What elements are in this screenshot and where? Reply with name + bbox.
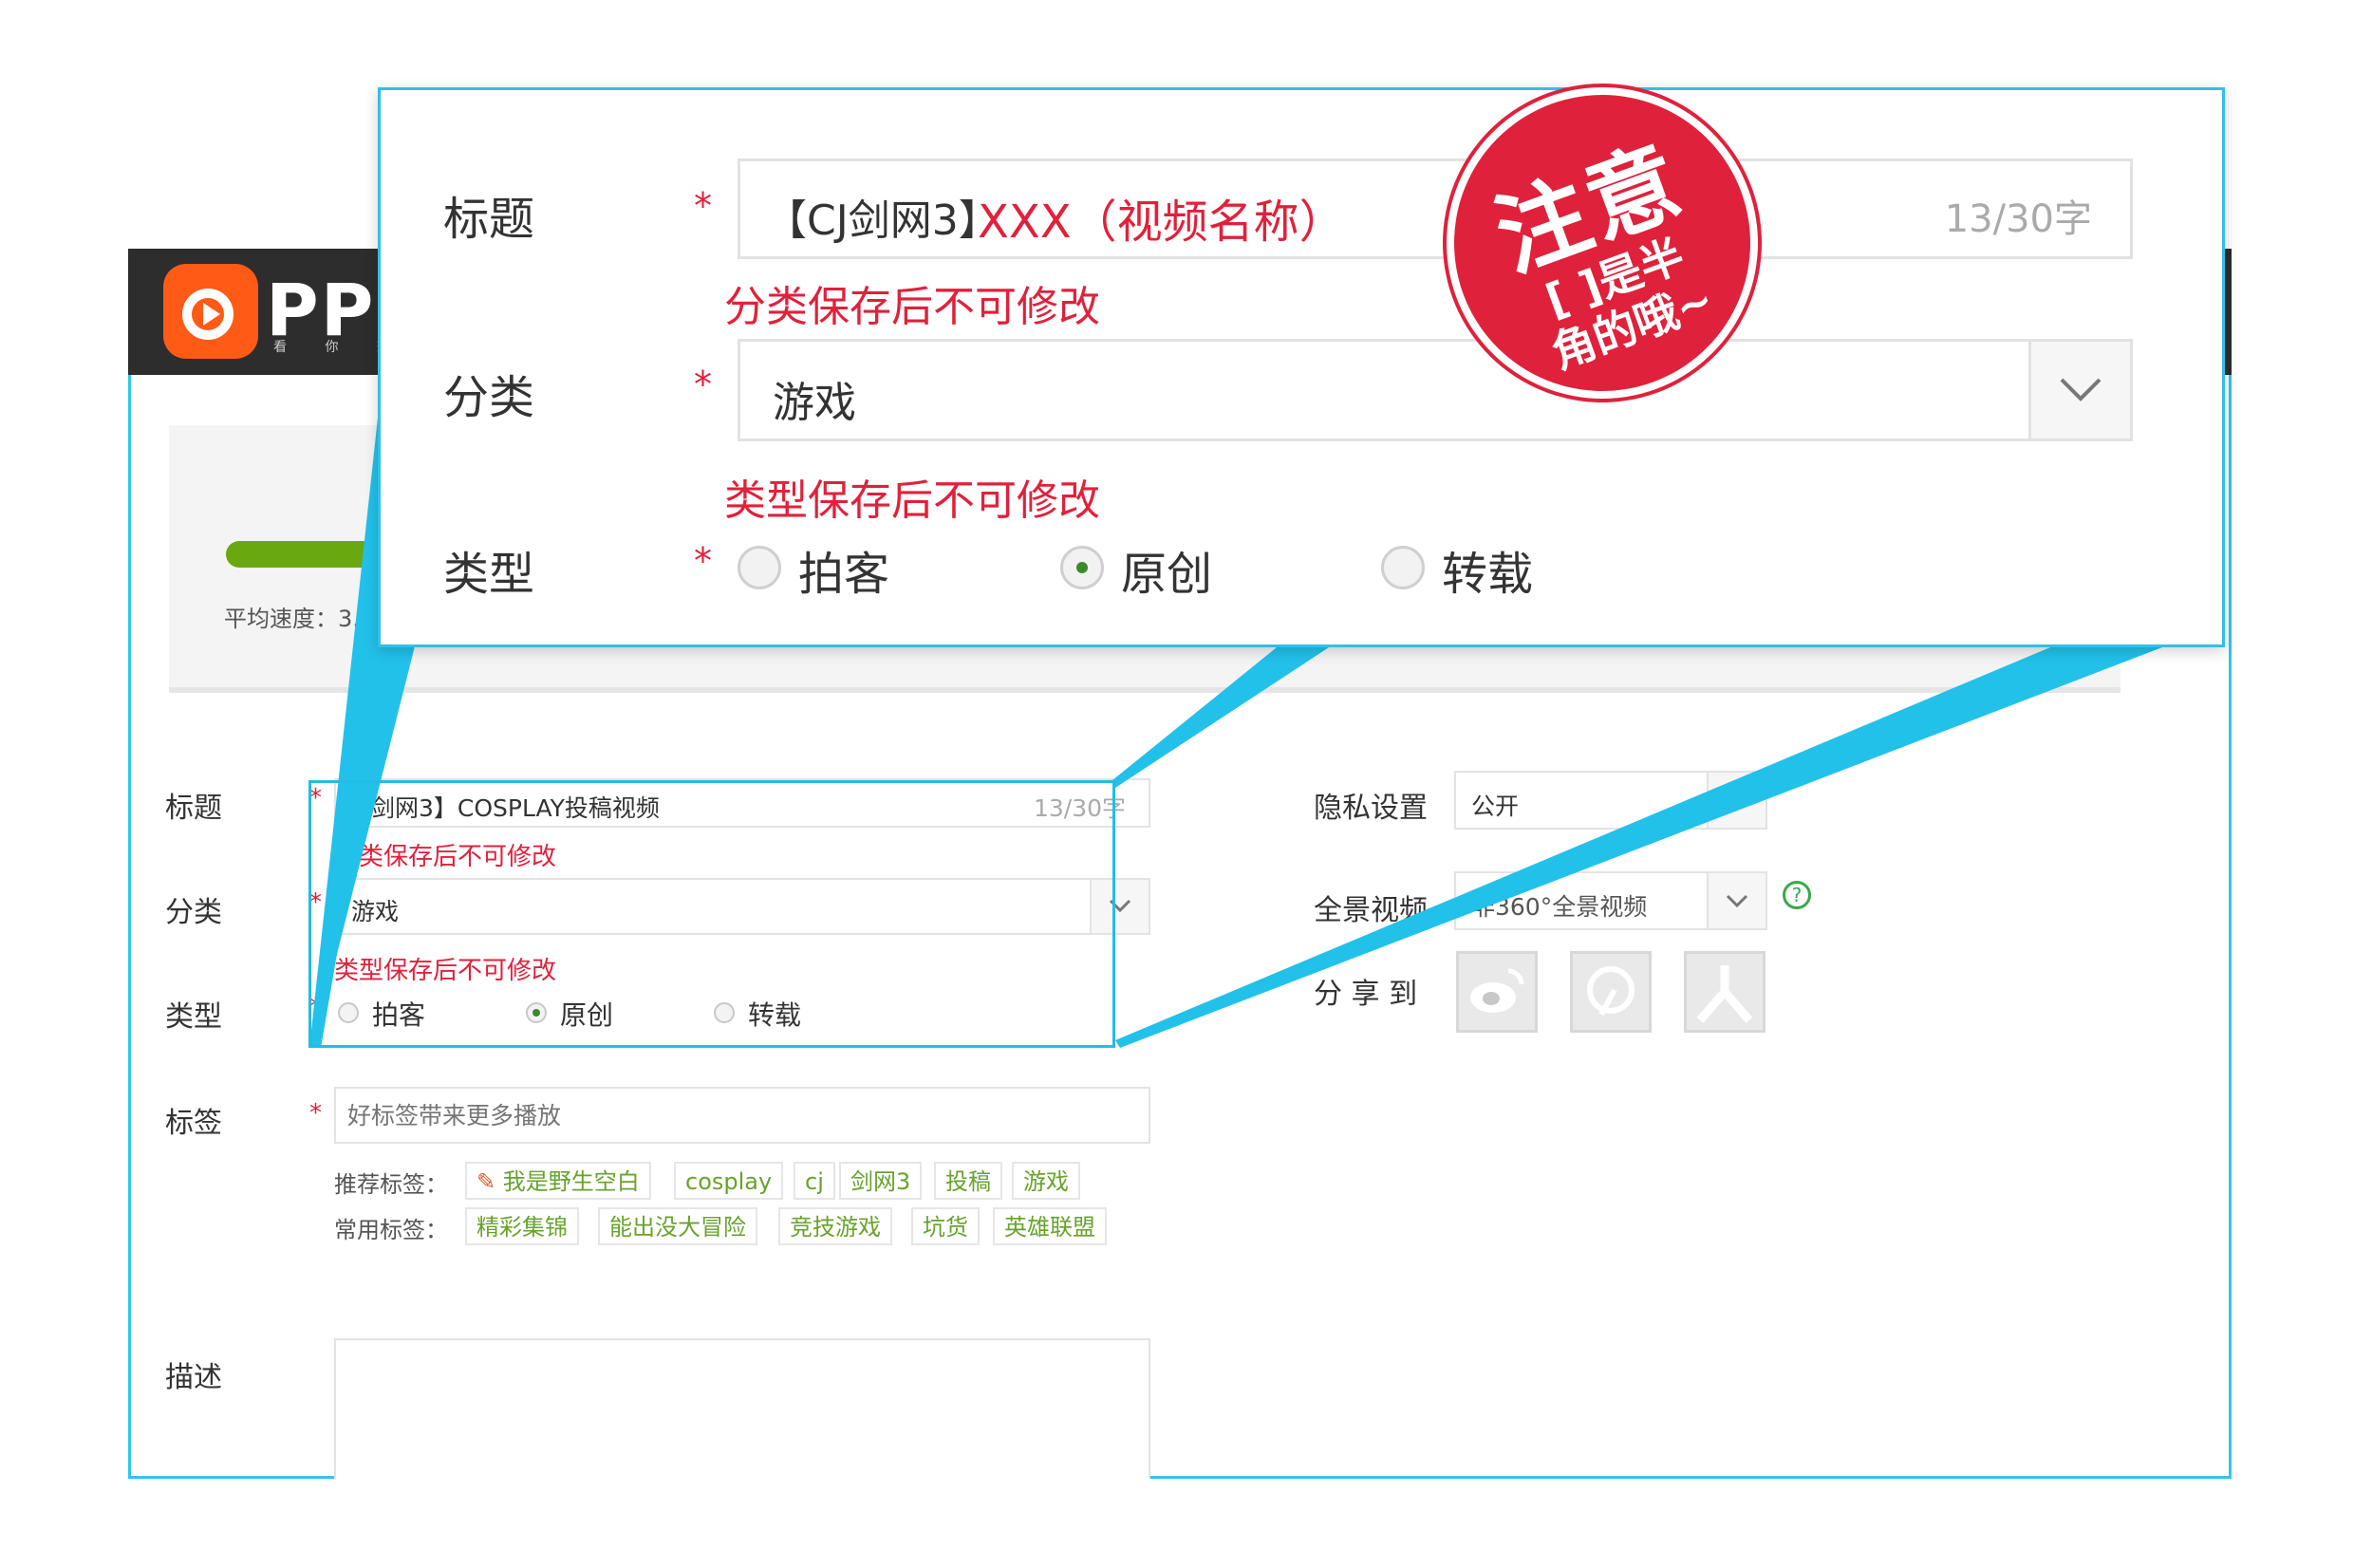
weibo-icon[interactable]	[1456, 951, 1538, 1033]
category-label: 分类	[165, 896, 222, 929]
common-tags-label: 常用标签：	[334, 1217, 448, 1243]
tags-input[interactable]	[334, 1087, 1150, 1144]
chevron-down-icon[interactable]	[1707, 773, 1766, 828]
zoom-type-option-yuanchuang: 原创	[1121, 548, 1213, 601]
common-tag[interactable]: 能出没大冒险	[598, 1207, 757, 1245]
required-star: *	[694, 185, 712, 227]
required-star: *	[694, 540, 712, 582]
share-label: 分 享 到	[1314, 978, 1418, 1011]
zoom-category-select[interactable]: 游戏	[738, 339, 2133, 441]
common-tag[interactable]: 英雄联盟	[993, 1207, 1107, 1245]
common-tag[interactable]: 竞技游戏	[778, 1207, 892, 1245]
zoomed-form-overlay: 标题 * 【CJ剑网3】 XXX（视频名称） 13/30字 分类保存后不可修改 …	[378, 87, 2225, 647]
panorama-select-value: 非360°全景视频	[1471, 893, 1648, 921]
pps-logo-icon[interactable]	[163, 264, 258, 359]
tags-label: 标签	[165, 1107, 222, 1140]
user-sign-icon: ✎	[476, 1168, 503, 1195]
zoom-type-option-paike: 拍客	[798, 548, 890, 601]
zoom-category-hint: 分类保存后不可修改	[724, 283, 1100, 331]
recommended-tag[interactable]: cj	[794, 1162, 835, 1200]
zoom-type-option-zhuanzai: 转载	[1442, 548, 1534, 601]
zoom-title-counter: 13/30字	[1944, 197, 2092, 241]
recommended-tag[interactable]: 投稿	[934, 1162, 1002, 1200]
recommended-tag[interactable]: 剑网3	[839, 1162, 923, 1200]
panorama-select[interactable]: 非360°全景视频	[1454, 871, 1767, 930]
zoom-type-hint: 类型保存后不可修改	[724, 476, 1100, 525]
callout-highlight-box	[308, 780, 1115, 1048]
chevron-down-icon[interactable]	[1707, 873, 1766, 928]
recommended-tags-label: 推荐标签：	[334, 1171, 448, 1198]
description-label: 描述	[165, 1361, 222, 1394]
privacy-select-value: 公开	[1471, 793, 1520, 820]
type-label: 类型	[165, 1000, 222, 1034]
recommended-tag[interactable]: ✎ 我是野生空白	[465, 1162, 651, 1200]
privacy-label: 隐私设置	[1314, 792, 1428, 825]
common-tag[interactable]: 坑货	[911, 1207, 980, 1245]
zoom-category-value: 游戏	[773, 379, 856, 427]
panorama-label: 全景视频	[1314, 894, 1428, 927]
recommended-tag[interactable]: cosplay	[674, 1162, 784, 1200]
title-label: 标题	[165, 792, 222, 825]
zoom-type-radio-yuanchuang[interactable]	[1060, 546, 1104, 589]
chevron-down-icon[interactable]	[2028, 342, 2130, 439]
question-circle-icon[interactable]: ?	[1783, 881, 1811, 909]
required-star: *	[694, 364, 712, 405]
common-tag[interactable]: 精彩集锦	[465, 1207, 579, 1245]
average-speed-text: 平均速度：3.2	[224, 606, 375, 632]
zoom-title-label: 标题	[443, 193, 535, 246]
zoom-type-radio-zhuanzai[interactable]	[1381, 546, 1425, 589]
renren-icon[interactable]	[1684, 951, 1766, 1033]
recommended-tag[interactable]: 游戏	[1012, 1162, 1080, 1200]
required-star: *	[309, 1099, 322, 1128]
zoom-title-prefix: 【CJ剑网3】	[765, 196, 1000, 245]
qzone-icon[interactable]	[1570, 951, 1652, 1033]
zoom-category-label: 分类	[443, 371, 535, 424]
privacy-select[interactable]: 公开	[1454, 771, 1767, 830]
zoom-title-highlight: XXX（视频名称）	[978, 196, 1345, 249]
zoom-type-radio-paike[interactable]	[738, 546, 781, 589]
zoom-type-label: 类型	[443, 548, 535, 601]
upload-progress-bar	[226, 541, 397, 568]
description-textarea[interactable]	[334, 1338, 1150, 1479]
